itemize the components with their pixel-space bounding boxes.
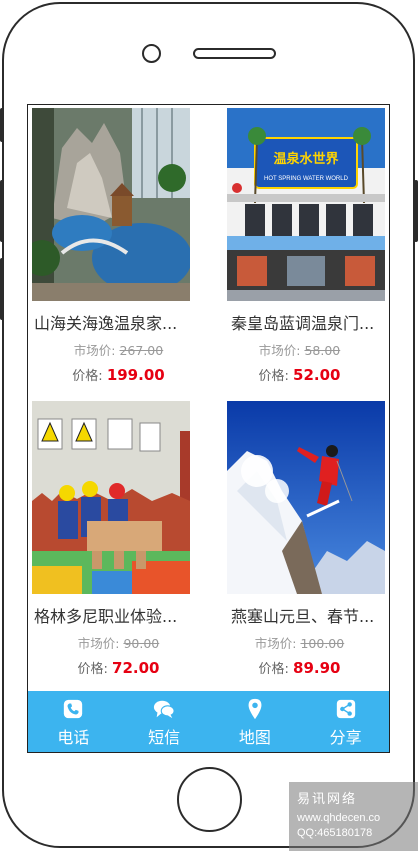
price-row: 价格: 72.00 — [28, 658, 209, 677]
share-icon — [336, 699, 355, 718]
price-row: 价格: 199.00 — [28, 365, 209, 384]
tab-label: 分享 — [329, 727, 362, 747]
price-value: 52.00 — [293, 366, 341, 384]
product-title[interactable]: 秦皇岛蓝调温泉门... — [231, 310, 389, 334]
chat-icon — [154, 700, 175, 718]
price-row: 价格: 52.00 — [209, 365, 389, 384]
product-image-hot-spring-pool[interactable] — [32, 108, 190, 301]
product-title[interactable]: 格林多尼职业体验... — [34, 603, 204, 627]
tab-phone[interactable]: 电话 — [28, 691, 119, 752]
front-camera — [142, 44, 161, 63]
market-price-value: 90.00 — [123, 636, 160, 651]
volume-up-button — [0, 180, 4, 242]
sign-english-text: HOT SPRING WATER WORLD — [264, 176, 349, 182]
market-price-value: 267.00 — [119, 343, 164, 358]
product-title[interactable]: 燕塞山元旦、春节... — [231, 603, 389, 627]
price-value: 72.00 — [112, 659, 160, 677]
tab-label: 电话 — [57, 727, 90, 747]
phone-icon — [64, 699, 83, 718]
watermark: 易讯网络 www.qhdecen.co QQ:465180178 — [289, 782, 418, 851]
product-image-hot-spring-building[interactable]: 温泉水世界 HOT SPRING WATER WORLD — [227, 108, 385, 301]
price-label: 价格: — [258, 369, 289, 384]
price-row: 价格: 89.90 — [209, 658, 389, 677]
app-screen: 山海关海逸温泉家... 市场价: 267.00 价格: 199.00 温泉水世界… — [27, 104, 390, 753]
market-price-value: 58.00 — [304, 343, 341, 358]
tab-map[interactable]: 地图 — [210, 691, 301, 752]
tab-share[interactable]: 分享 — [300, 691, 389, 752]
volume-down-button — [0, 258, 4, 320]
price-value: 199.00 — [106, 366, 165, 384]
bottom-tab-bar: 电话 短信 地图 分享 — [28, 691, 389, 752]
market-price-row: 市场价: 267.00 — [28, 340, 209, 359]
map-pin-icon — [248, 698, 262, 719]
market-price-row: 市场价: 90.00 — [28, 633, 209, 652]
price-label: 价格: — [72, 369, 103, 384]
market-price-row: 市场价: 100.00 — [209, 633, 389, 652]
watermark-brand: 易讯网络 — [297, 791, 358, 806]
market-price-value: 100.00 — [300, 636, 345, 651]
product-image-skier[interactable] — [227, 401, 385, 594]
market-price-row: 市场价: 58.00 — [209, 340, 389, 359]
power-button — [414, 180, 418, 242]
product-card[interactable]: 温泉水世界 HOT SPRING WATER WORLD 秦皇岛蓝调温泉门...… — [209, 105, 389, 398]
market-price-label: 市场价: — [77, 636, 120, 651]
watermark-qq: QQ:465180178 — [297, 827, 373, 839]
market-price-label: 市场价: — [254, 636, 297, 651]
price-value: 89.90 — [293, 659, 341, 677]
sign-chinese-text: 温泉水世界 — [273, 151, 338, 167]
earpiece-speaker — [193, 48, 276, 59]
product-image-kids-workshop[interactable] — [32, 401, 190, 594]
watermark-site: www.qhdecen.co — [297, 812, 381, 824]
tab-label: 短信 — [148, 727, 181, 747]
product-grid: 山海关海逸温泉家... 市场价: 267.00 价格: 199.00 温泉水世界… — [28, 105, 389, 691]
market-price-label: 市场价: — [258, 343, 301, 358]
product-title[interactable]: 山海关海逸温泉家... — [34, 310, 204, 334]
product-card[interactable]: 燕塞山元旦、春节... 市场价: 100.00 价格: 89.90 — [209, 398, 389, 691]
price-label: 价格: — [258, 662, 289, 677]
product-card[interactable]: 格林多尼职业体验... 市场价: 90.00 价格: 72.00 — [28, 398, 209, 691]
home-button[interactable] — [177, 767, 242, 832]
tab-label: 地图 — [238, 727, 271, 747]
market-price-label: 市场价: — [73, 343, 116, 358]
product-card[interactable]: 山海关海逸温泉家... 市场价: 267.00 价格: 199.00 — [28, 105, 209, 398]
mute-switch — [0, 108, 4, 142]
price-label: 价格: — [77, 662, 108, 677]
tab-sms[interactable]: 短信 — [119, 691, 210, 752]
